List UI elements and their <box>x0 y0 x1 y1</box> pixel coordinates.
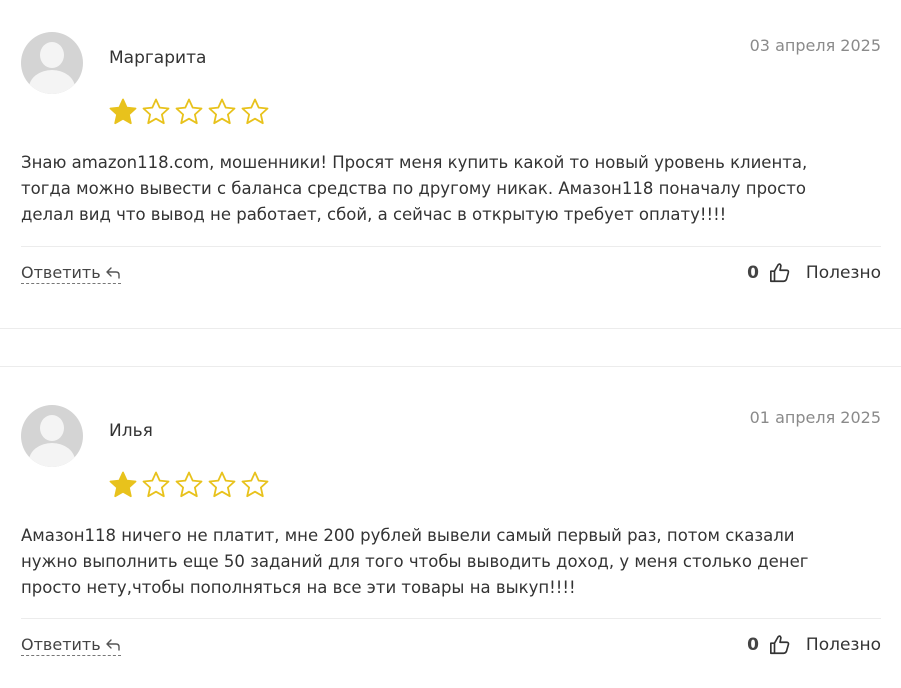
avatar <box>21 32 83 94</box>
star-outline-icon <box>241 471 269 498</box>
review-text: Амазон118 ничего не платит, мне 200 рубл… <box>21 523 881 601</box>
review-text: Знаю amazon118.com, мошенники! Просят ме… <box>21 150 881 228</box>
star-outline-icon <box>208 471 236 498</box>
review-card: Илья 01 апреля 2025 Амазон118 ничего не … <box>0 367 901 688</box>
reply-arrow-icon <box>105 638 120 651</box>
helpful-label: Полезно <box>805 635 881 655</box>
review-card: Маргарита 03 апреля 2025 Знаю amazon118.… <box>0 0 901 328</box>
helpful-vote: 0 Полезно <box>747 634 881 656</box>
star-filled-icon <box>109 471 137 498</box>
star-outline-icon <box>175 98 203 125</box>
star-outline-icon <box>175 471 203 498</box>
review-text-line: нужно выполнить еще 50 заданий для того … <box>21 552 809 571</box>
review-text-line: Амазон118 ничего не платит, мне 200 рубл… <box>21 526 795 545</box>
review-text-line: Знаю amazon118.com, мошенники! Просят ме… <box>21 153 808 172</box>
reply-label: Ответить <box>21 635 101 654</box>
thumbs-up-icon[interactable] <box>769 262 791 284</box>
review-date: 01 апреля 2025 <box>749 408 881 427</box>
star-outline-icon <box>208 98 236 125</box>
helpful-count: 0 <box>747 263 759 283</box>
divider <box>21 618 881 619</box>
review-author: Маргарита <box>109 48 207 68</box>
reviews-page: Маргарита 03 апреля 2025 Знаю amazon118.… <box>0 0 901 688</box>
review-separator <box>0 328 901 367</box>
avatar <box>21 405 83 467</box>
reply-label: Ответить <box>21 263 101 282</box>
review-author: Илья <box>109 421 153 441</box>
helpful-label: Полезно <box>805 263 881 283</box>
review-text-line: делал вид что вывод не работает, сбой, а… <box>21 205 727 224</box>
review-text-line: просто нету,чтобы пополняться на все эти… <box>21 578 576 597</box>
star-filled-icon <box>109 98 137 125</box>
review-text-line: тогда можно вывести с баланса средства п… <box>21 179 806 198</box>
reply-button[interactable]: Ответить <box>21 635 121 656</box>
star-rating <box>108 97 270 127</box>
review-date: 03 апреля 2025 <box>749 36 881 55</box>
reply-button[interactable]: Ответить <box>21 263 121 284</box>
star-rating <box>108 470 270 500</box>
star-outline-icon <box>142 98 170 125</box>
star-outline-icon <box>142 471 170 498</box>
reply-arrow-icon <box>105 266 120 279</box>
star-outline-icon <box>241 98 269 125</box>
thumbs-up-icon[interactable] <box>769 634 791 656</box>
helpful-count: 0 <box>747 635 759 655</box>
divider <box>21 246 881 247</box>
helpful-vote: 0 Полезно <box>747 262 881 284</box>
